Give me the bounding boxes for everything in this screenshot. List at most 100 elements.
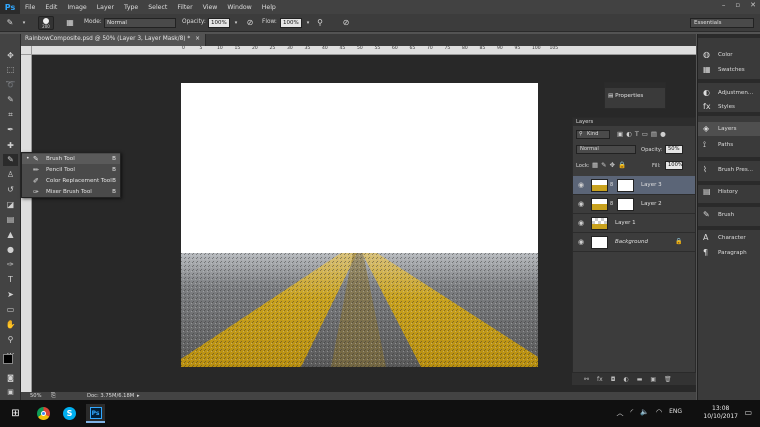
eraser-tool-icon[interactable]: ◪ xyxy=(3,199,18,211)
layer-style-icon[interactable]: fx xyxy=(597,376,603,383)
layer-filter-icons[interactable]: ▣◐T▭▤● xyxy=(617,130,669,138)
fill-input[interactable]: 100% xyxy=(665,161,683,170)
screen-mode-icon[interactable]: ▣ xyxy=(3,386,18,398)
action-center-icon[interactable]: ▭ xyxy=(744,408,752,417)
flow-dropdown-icon[interactable]: ▾ xyxy=(302,17,314,29)
healing-brush-tool-icon[interactable]: ✚ xyxy=(3,140,18,152)
dock-adjustments[interactable]: ◐ Adjustmen... xyxy=(698,86,760,100)
dock-brush[interactable]: ✎ Brush xyxy=(698,208,760,222)
wifi-icon[interactable]: ◠ xyxy=(656,408,662,418)
close-tab-icon[interactable]: × xyxy=(195,36,200,42)
filter-kind-select[interactable]: ⚲ Kind xyxy=(576,130,610,139)
layer-opacity-input[interactable]: 50% xyxy=(665,145,683,154)
visibility-eye-icon[interactable]: ◉ xyxy=(578,238,584,246)
flyout-color-replacement-tool[interactable]: ✐ Color Replacement Tool B xyxy=(22,176,120,186)
quick-mask-icon[interactable]: ◙ xyxy=(3,372,18,384)
hand-tool-icon[interactable]: ✋ xyxy=(3,319,18,331)
input-language[interactable]: ENG xyxy=(669,408,682,418)
brush-options-chevron-icon[interactable]: ▾ xyxy=(18,17,30,29)
path-selection-tool-icon[interactable]: ➤ xyxy=(3,289,18,301)
adjustment-layer-icon[interactable]: ◐ xyxy=(623,376,628,383)
blur-tool-icon[interactable]: ▲ xyxy=(3,229,18,241)
menu-help[interactable]: Help xyxy=(257,4,281,11)
dock-grip[interactable] xyxy=(698,34,760,38)
flyout-pencil-tool[interactable]: ✏ Pencil Tool B xyxy=(22,165,120,175)
delete-layer-icon[interactable]: 🗑 xyxy=(664,376,672,383)
type-tool-icon[interactable]: T xyxy=(3,274,18,286)
windows-start-icon[interactable]: ⊞ xyxy=(6,404,25,423)
gradient-tool-icon[interactable]: ▤ xyxy=(3,214,18,226)
ruler-origin[interactable] xyxy=(21,46,32,55)
move-tool-icon[interactable]: ✥ xyxy=(3,50,18,62)
add-mask-icon[interactable]: ◘ xyxy=(611,376,616,383)
dodge-tool-icon[interactable]: ● xyxy=(3,244,18,256)
flow-input[interactable]: 100% xyxy=(280,18,302,28)
menu-image[interactable]: Image xyxy=(62,4,91,11)
flyout-brush-tool[interactable]: • ✎ Brush Tool B xyxy=(22,154,120,164)
chrome-icon[interactable] xyxy=(34,404,53,423)
link-chain-icon[interactable]: 8 xyxy=(610,201,613,207)
workspace-select[interactable]: Essentials xyxy=(690,18,754,28)
menu-layer[interactable]: Layer xyxy=(92,4,119,11)
crop-tool-icon[interactable]: ⌗ xyxy=(3,109,18,121)
airbrush-icon[interactable]: ⚲ xyxy=(314,17,326,29)
dock-paragraph[interactable]: ¶ Paragraph xyxy=(698,246,760,260)
link-layers-icon[interactable]: ⚯ xyxy=(584,376,589,383)
network-icon[interactable]: ◜ xyxy=(631,408,634,418)
link-chain-icon[interactable]: 8 xyxy=(610,182,613,188)
layer-mask-thumbnail[interactable] xyxy=(617,179,634,192)
new-layer-icon[interactable]: ▣ xyxy=(650,376,656,383)
dock-brush-presets[interactable]: ⌇ Brush Pres... xyxy=(698,163,760,177)
brush-tool-icon[interactable]: ✎ xyxy=(3,154,18,166)
taskbar-clock[interactable]: 13:08 10/10/2017 xyxy=(703,405,738,421)
document-info[interactable]: Doc: 3.75M/6.18M xyxy=(87,393,134,399)
visibility-eye-icon[interactable]: ◉ xyxy=(578,219,584,227)
menu-select[interactable]: Select xyxy=(143,4,172,11)
dock-paths[interactable]: ⟟ Paths xyxy=(698,138,760,152)
eyedropper-tool-icon[interactable]: ✒ xyxy=(3,124,18,136)
visibility-eye-icon[interactable]: ◉ xyxy=(578,200,584,208)
foreground-color-swatch[interactable] xyxy=(3,354,13,364)
lasso-tool-icon[interactable]: ➰ xyxy=(3,79,18,91)
dock-history[interactable]: ▤ History xyxy=(698,185,760,199)
opacity-dropdown-icon[interactable]: ▾ xyxy=(230,17,242,29)
dock-color[interactable]: ◍ Color xyxy=(698,48,760,62)
opacity-input[interactable]: 100% xyxy=(208,18,230,28)
minimize-icon[interactable]: – xyxy=(722,1,726,9)
layer-row-layer-2[interactable]: ◉ 8 Layer 2 xyxy=(573,195,695,214)
brush-panel-toggle-icon[interactable]: ▦ xyxy=(64,17,76,29)
properties-panel-collapsed[interactable]: ▤ Properties xyxy=(604,82,666,109)
flyout-mixer-brush-tool[interactable]: ✑ Mixer Brush Tool B xyxy=(22,187,120,197)
marquee-tool-icon[interactable]: ⬚ xyxy=(3,64,18,76)
share-icon[interactable]: ⎘ xyxy=(51,392,56,400)
dock-styles[interactable]: fx Styles xyxy=(698,101,760,110)
menu-type[interactable]: Type xyxy=(119,4,143,11)
clone-stamp-tool-icon[interactable]: ♙ xyxy=(3,169,18,181)
dock-swatches[interactable]: ▦ Swatches xyxy=(698,63,760,77)
menu-window[interactable]: Window xyxy=(222,4,256,11)
dock-layers[interactable]: ◈ Layers xyxy=(698,122,760,136)
document-tab[interactable]: RainbowComposite.psd @ 50% (Layer 3, Lay… xyxy=(21,34,206,46)
zoom-tool-icon[interactable]: ⚲ xyxy=(3,334,18,346)
pen-tool-icon[interactable]: ✑ xyxy=(3,259,18,271)
pressure-opacity-icon[interactable]: ⊘ xyxy=(244,17,256,29)
new-group-icon[interactable]: ▬ xyxy=(637,376,643,383)
zoom-level[interactable]: 50% xyxy=(30,393,42,399)
layers-panel-tab[interactable]: Layers xyxy=(573,118,695,126)
layer-row-background[interactable]: ◉ Background 🔒 xyxy=(573,233,695,252)
blend-mode-select[interactable]: Normal xyxy=(576,145,636,154)
show-hidden-icons-icon[interactable]: ︿ xyxy=(617,408,624,418)
maximize-icon[interactable]: ▫ xyxy=(735,1,740,9)
menu-view[interactable]: View xyxy=(198,4,223,11)
lock-options-icons[interactable]: ▦✎✥🔒 xyxy=(592,161,629,169)
menu-filter[interactable]: Filter xyxy=(172,4,197,11)
info-menu-icon[interactable]: ▸ xyxy=(137,393,140,399)
dock-character[interactable]: A Character xyxy=(698,231,760,245)
document-canvas[interactable] xyxy=(181,83,538,367)
brush-preset-icon[interactable]: ✎ xyxy=(4,17,16,29)
mode-select[interactable]: Normal xyxy=(104,18,176,28)
skype-icon[interactable]: S xyxy=(60,404,79,423)
layer-mask-thumbnail[interactable] xyxy=(617,198,634,211)
brush-size-picker[interactable]: 200 xyxy=(38,16,54,30)
menu-file[interactable]: File xyxy=(20,4,40,11)
